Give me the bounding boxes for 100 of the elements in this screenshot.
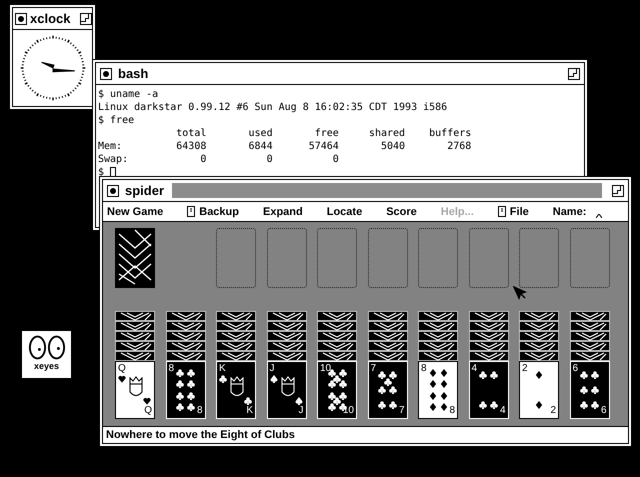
card-rank: Q — [118, 364, 126, 374]
menu-button[interactable]: Expand — [263, 206, 303, 218]
menu-indicator-icon — [498, 206, 506, 217]
card-back — [317, 331, 357, 341]
heart-icon — [143, 397, 151, 405]
resize-icon[interactable] — [80, 12, 92, 24]
card-back — [166, 331, 206, 341]
window-menu-icon[interactable] — [107, 184, 119, 196]
empty-card-slot[interactable] — [317, 228, 357, 288]
menu-button[interactable]: New Game — [107, 206, 164, 218]
card-back — [368, 311, 408, 321]
card-back — [368, 321, 408, 331]
playing-card[interactable]: 2 2 — [519, 361, 559, 419]
playing-card[interactable]: 4 4 — [468, 361, 508, 419]
playing-card[interactable]: Q Q — [115, 361, 155, 419]
card-rank: 4 — [472, 364, 478, 374]
empty-card-slot[interactable] — [570, 228, 610, 288]
club-icon — [187, 402, 195, 411]
diamond-icon — [535, 401, 543, 410]
window-menu-icon[interactable] — [100, 68, 112, 80]
title-bar[interactable]: spider — [102, 179, 629, 202]
card-rank: 4 — [500, 406, 506, 416]
menu-button[interactable]: Backup — [187, 206, 239, 218]
club-icon — [591, 386, 599, 394]
card-back — [418, 341, 458, 351]
spade-icon — [294, 397, 302, 405]
card-back — [266, 331, 306, 341]
card-back — [266, 341, 306, 351]
caret-icon — [596, 214, 602, 218]
terminal-prompt: $ — [98, 166, 106, 179]
title-bar[interactable]: xclock — [12, 7, 93, 30]
card-back — [519, 341, 559, 351]
card-rank: 8 — [449, 406, 455, 416]
club-icon — [479, 370, 487, 379]
card-back — [266, 351, 306, 361]
playing-card[interactable]: K K — [216, 361, 256, 419]
playing-card[interactable]: J J — [266, 361, 306, 419]
club-icon — [591, 401, 599, 410]
club-icon — [187, 369, 195, 378]
club-icon — [479, 401, 487, 410]
card-back — [418, 331, 458, 341]
card-back — [519, 311, 559, 321]
card-back — [519, 321, 559, 331]
card-back — [368, 341, 408, 351]
window-title: spider — [125, 183, 164, 198]
menu-button[interactable]: Locate — [326, 206, 362, 218]
menu-indicator-icon — [187, 206, 196, 217]
empty-card-slot[interactable] — [368, 228, 408, 288]
window-title: xclock — [30, 11, 70, 26]
card-back — [216, 331, 256, 341]
club-icon — [176, 380, 184, 388]
card-back — [468, 311, 508, 321]
playing-card[interactable]: 7 7 — [368, 361, 408, 419]
card-back — [166, 351, 206, 361]
window-menu-icon[interactable] — [15, 12, 27, 24]
card-rank: 2 — [550, 406, 556, 416]
empty-card-slot[interactable] — [266, 228, 306, 288]
card-back — [418, 351, 458, 361]
card-rank: K — [246, 406, 253, 416]
club-icon — [187, 392, 195, 400]
card-back — [317, 341, 357, 351]
card-back — [317, 321, 357, 331]
diamond-icon — [535, 370, 543, 379]
card-back[interactable] — [115, 228, 155, 288]
empty-card-slot[interactable] — [519, 228, 559, 288]
resize-icon[interactable] — [612, 184, 624, 196]
empty-card-slot[interactable] — [216, 228, 256, 288]
club-icon — [176, 369, 184, 378]
card-back — [115, 331, 155, 341]
card-back — [166, 311, 206, 321]
playing-card[interactable]: 8 8 — [166, 361, 206, 419]
playing-card[interactable]: 8 8 — [418, 361, 458, 419]
card-back — [115, 311, 155, 321]
card-back — [115, 321, 155, 331]
club-icon — [580, 386, 588, 394]
club-icon — [591, 370, 599, 379]
resize-icon[interactable] — [568, 68, 580, 80]
empty-card-slot[interactable] — [418, 228, 458, 288]
card-back — [368, 351, 408, 361]
card-back — [317, 311, 357, 321]
terminal-line: Swap: 0 0 0 — [98, 153, 340, 166]
club-icon — [580, 370, 588, 379]
card-back — [570, 351, 610, 361]
spade-icon — [270, 375, 278, 383]
card-back — [570, 311, 610, 321]
field-label: Name: — [552, 206, 586, 218]
card-back — [570, 341, 610, 351]
club-icon — [187, 380, 195, 388]
title-bar[interactable]: bash — [95, 62, 585, 85]
app-label: xeyes — [34, 361, 60, 372]
card-back — [115, 351, 155, 361]
club-icon — [580, 401, 588, 410]
menu-button[interactable]: Score — [386, 206, 417, 218]
terminal-line: $ free — [98, 114, 136, 127]
empty-card-slot[interactable] — [468, 228, 508, 288]
card-rank: K — [219, 364, 226, 374]
card-rank: 6 — [572, 364, 578, 374]
menu-button[interactable]: File — [498, 206, 529, 218]
club-icon — [490, 370, 498, 379]
playing-card[interactable]: 6 6 — [570, 361, 610, 419]
